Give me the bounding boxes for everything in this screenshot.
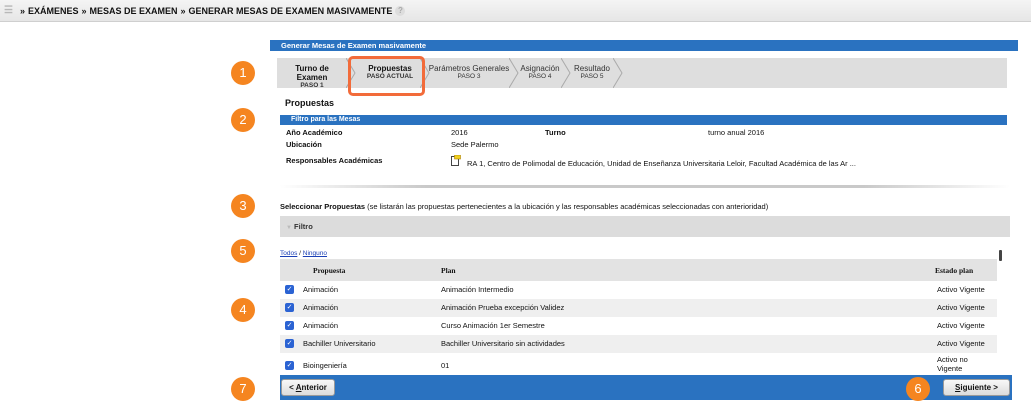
table-row: ✓ Animación Animación Prueba excepción V… — [280, 299, 997, 317]
anio-value: 2016 — [451, 128, 468, 137]
table-row: ✓ Animación Animación Intermedio Activo … — [280, 281, 997, 299]
wizard-panel: Generar Mesas de Examen masivamente Turn… — [270, 40, 1018, 402]
table-scrollbar[interactable] — [999, 250, 1002, 261]
table-row: ✓ Bioingeniería 01 Activo no Vigente — [280, 353, 997, 373]
breadcrumb-current: GENERAR MESAS DE EXAMEN MASIVAMENTE — [188, 5, 393, 16]
filtro-toggle[interactable]: ▼ Filtro — [280, 216, 1010, 237]
section-divider — [280, 185, 1010, 188]
next-text: iguiente > — [960, 383, 998, 392]
cell-plan: Animación Intermedio — [441, 285, 514, 294]
prev-text: nterior — [301, 383, 327, 392]
header-estado: Estado plan — [935, 266, 974, 275]
cell-propuesta: Animación — [303, 303, 339, 312]
breadcrumb-examenes[interactable]: EXÁMENES — [28, 6, 79, 16]
step-parametros[interactable]: Parámetros Generales PASO 3 — [426, 58, 512, 88]
current-step-highlight — [348, 56, 425, 96]
links-separator: / — [299, 250, 301, 257]
wizard-footer: < Anterior Siguiente > — [280, 375, 1012, 400]
section-title: Propuestas — [285, 98, 335, 108]
cell-estado: Activo Vigente — [937, 321, 985, 330]
cell-estado: Activo no Vigente — [937, 355, 968, 373]
row-checkbox[interactable]: ✓ — [285, 339, 294, 348]
annotation-badge-2: 2 — [231, 108, 255, 132]
header-propuesta: Propuesta — [313, 266, 346, 275]
propuestas-table: Propuesta Plan Estado plan ✓ Animación A… — [280, 259, 997, 373]
breadcrumb-mesas[interactable]: MESAS DE EXAMEN — [90, 6, 178, 16]
help-icon[interactable]: ? — [395, 5, 406, 16]
cell-plan: Curso Animación 1er Semestre — [441, 321, 545, 330]
cell-propuesta: Bachiller Universitario — [303, 339, 376, 348]
select-all-link[interactable]: Todos — [280, 250, 297, 257]
step-turno[interactable]: Turno de Examen PASO 1 — [279, 58, 345, 89]
menu-icon[interactable]: ☰ — [4, 5, 13, 16]
select-links: Todos / Ninguno — [280, 250, 327, 257]
select-propuestas-line: Seleccionar Propuestas (se listarán las … — [280, 202, 768, 211]
breadcrumb-separator: » — [180, 5, 186, 16]
turno-value: turno anual 2016 — [708, 128, 765, 137]
cell-estado: Activo Vigente — [937, 303, 985, 312]
select-none-link[interactable]: Ninguno — [303, 250, 327, 257]
anio-label: Año Académico — [286, 128, 343, 137]
prev-arrow: < — [289, 383, 296, 392]
ubicacion-value: Sede Palermo — [451, 140, 499, 149]
step-chevron-icon — [613, 58, 623, 88]
breadcrumb-separator: » — [19, 5, 25, 16]
annotation-badge-6: 6 — [906, 377, 930, 401]
cell-propuesta: Animación — [303, 285, 339, 294]
cell-plan: Animación Prueba excepción Validez — [441, 303, 565, 312]
step-asignacion[interactable]: Asignación PASO 4 — [517, 58, 563, 88]
row-checkbox[interactable]: ✓ — [285, 361, 294, 370]
annotation-badge-4: 4 — [231, 298, 255, 322]
responsables-label: Responsables Académicas — [286, 156, 383, 165]
row-checkbox[interactable]: ✓ — [285, 285, 294, 294]
select-propuestas-label: Seleccionar Propuestas — [280, 202, 366, 211]
next-button[interactable]: Siguiente > — [943, 379, 1010, 396]
annotation-badge-7: 7 — [231, 377, 255, 401]
table-row: ✓ Bachiller Universitario Bachiller Univ… — [280, 335, 997, 353]
responsables-value: RA 1, Centro de Polimodal de Educación, … — [467, 159, 856, 168]
cell-propuesta: Bioingeniería — [303, 361, 347, 370]
ubicacion-label: Ubicación — [286, 140, 322, 149]
cell-propuesta: Animación — [303, 321, 339, 330]
turno-label: Turno — [545, 128, 566, 137]
annotation-badge-3: 3 — [231, 194, 255, 218]
table-header: Propuesta Plan Estado plan — [280, 259, 997, 281]
cell-estado: Activo Vigente — [937, 339, 985, 348]
cell-estado: Activo Vigente — [937, 285, 985, 294]
header-plan: Plan — [441, 266, 456, 275]
select-propuestas-note: (se listarán las propuestas pertenecient… — [367, 202, 769, 211]
breadcrumb-bar: ☰ » EXÁMENES » MESAS DE EXAMEN » GENERAR… — [0, 0, 1031, 22]
breadcrumb-separator: » — [81, 5, 87, 16]
filtro-label: Filtro — [294, 222, 313, 231]
row-checkbox[interactable]: ✓ — [285, 321, 294, 330]
cell-plan: Bachiller Universitario sin actividades — [441, 339, 565, 348]
table-row: ✓ Animación Curso Animación 1er Semestre… — [280, 317, 997, 335]
row-checkbox[interactable]: ✓ — [285, 303, 294, 312]
filter-mesas-header: Filtro para las Mesas — [280, 115, 1007, 125]
panel-title: Generar Mesas de Examen masivamente — [270, 40, 1018, 51]
collapse-arrow-icon: ▼ — [286, 225, 292, 231]
annotation-badge-5: 5 — [231, 239, 255, 263]
edit-document-icon[interactable] — [451, 155, 461, 166]
cell-plan: 01 — [441, 361, 450, 370]
annotation-badge-1: 1 — [231, 61, 255, 85]
previous-button[interactable]: < Anterior — [281, 379, 335, 396]
step-resultado[interactable]: Resultado PASO 5 — [568, 58, 616, 88]
